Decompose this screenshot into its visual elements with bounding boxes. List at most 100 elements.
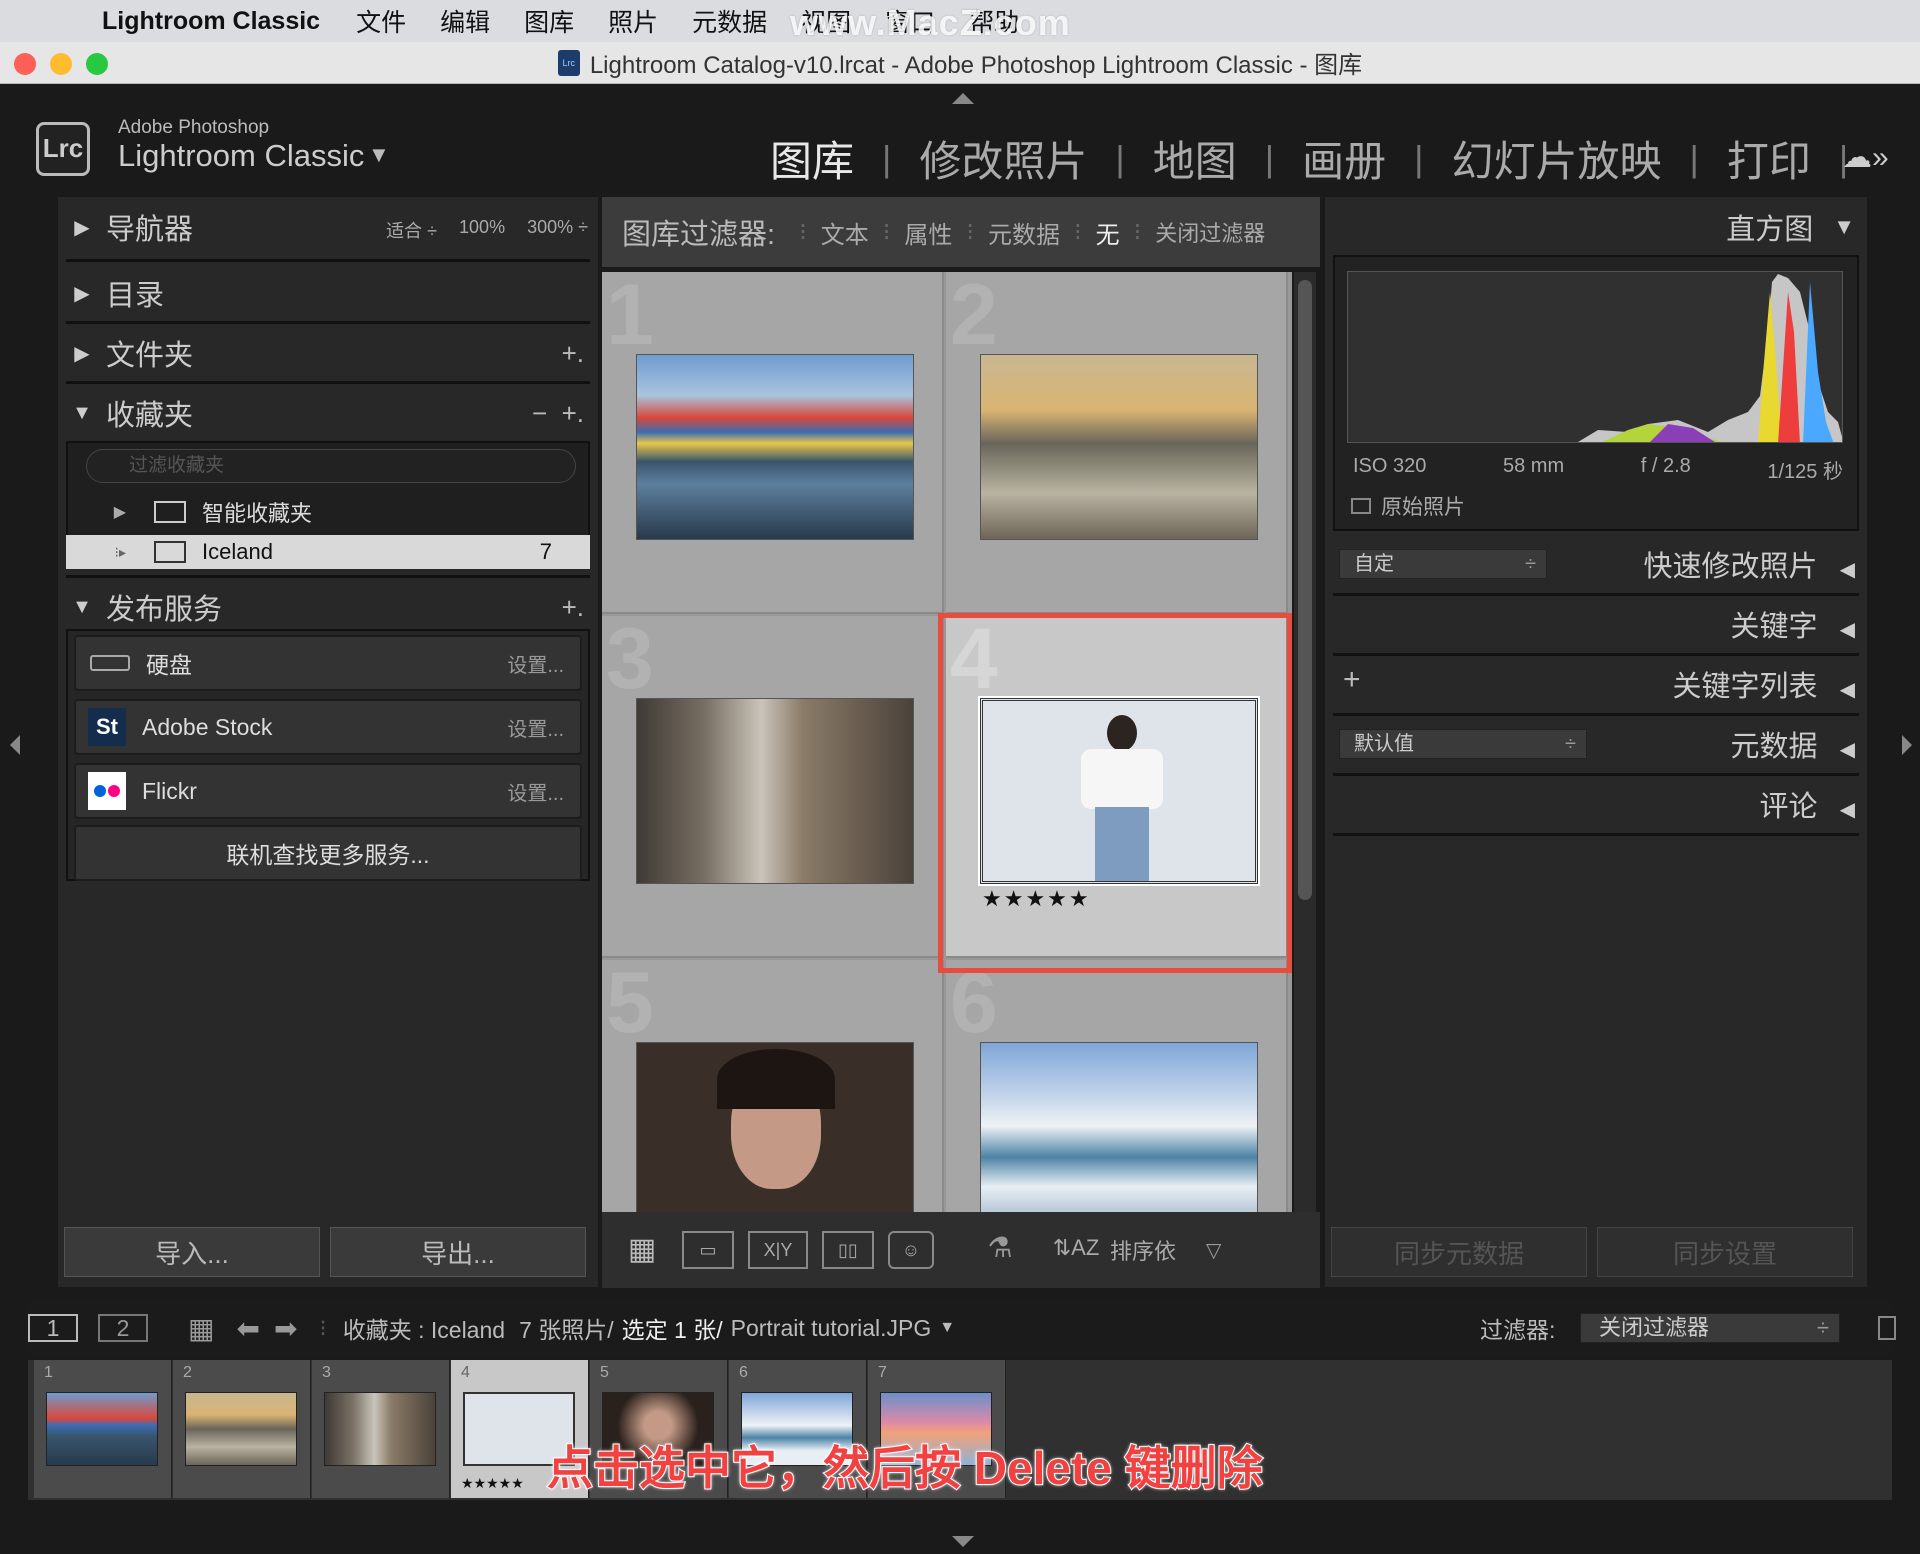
publish-adobe-stock[interactable]: St Adobe Stock 设置...: [74, 699, 582, 755]
zoom-window-button[interactable]: [86, 53, 108, 75]
second-window-button[interactable]: 2: [98, 1314, 148, 1342]
filter-metadata[interactable]: 元数据: [988, 215, 1060, 250]
filmstrip-filter-select[interactable]: 关闭过滤器 ÷: [1580, 1313, 1840, 1343]
filter-text[interactable]: 文本: [821, 215, 869, 250]
zoom-300[interactable]: 300% ÷: [527, 217, 588, 243]
comments-header[interactable]: 评论 ◀: [1760, 783, 1855, 825]
grid-view-icon[interactable]: ▦: [616, 1231, 668, 1269]
smart-collections-row[interactable]: ▶ 智能收藏夹: [66, 495, 590, 529]
watermark: www.MacZ.com: [790, 2, 1071, 43]
sync-settings-button[interactable]: 同步设置: [1597, 1227, 1853, 1277]
publish-flickr[interactable]: Flickr 设置...: [74, 763, 582, 819]
photo-thumbnail[interactable]: [980, 354, 1258, 540]
right-panel-toggle-icon[interactable]: [1902, 735, 1912, 755]
photo-thumbnail[interactable]: [636, 354, 914, 540]
module-map[interactable]: 地图: [1153, 128, 1237, 189]
menu-edit[interactable]: 编辑: [440, 3, 490, 39]
left-panel-toggle-icon[interactable]: [10, 735, 20, 755]
collection-add-remove-icon[interactable]: − +.: [532, 398, 584, 429]
service-settings[interactable]: 设置...: [507, 649, 564, 678]
grid-scrollbar-thumb[interactable]: [1298, 280, 1312, 900]
zoom-fit[interactable]: 适合 ÷: [386, 217, 437, 243]
grid-icon[interactable]: ▦: [188, 1312, 214, 1345]
zoom-100[interactable]: 100%: [459, 217, 505, 243]
survey-view-icon[interactable]: ▯▯: [822, 1231, 874, 1269]
photo-thumbnail[interactable]: [636, 698, 914, 884]
toolbar-menu-icon[interactable]: ▽: [1206, 1238, 1221, 1263]
grid-cell-2[interactable]: 2: [946, 272, 1288, 614]
export-button[interactable]: 导出...: [330, 1227, 586, 1277]
filter-none[interactable]: 无: [1096, 215, 1120, 250]
folders-header[interactable]: ▶ 文件夹 +.: [58, 323, 598, 383]
minimize-window-button[interactable]: [50, 53, 72, 75]
histogram-header[interactable]: 直方图 ▼: [1325, 197, 1855, 257]
cloud-sync-icon[interactable]: ☁»: [1842, 140, 1889, 175]
main-window-button[interactable]: 1: [28, 1314, 78, 1342]
sync-metadata-button[interactable]: 同步元数据: [1331, 1227, 1587, 1277]
left-panel: ▶ 导航器 适合 ÷ 100% 300% ÷ ▶ 目录 ▶ 文件夹 +. ▼ 收…: [58, 197, 598, 1287]
filmstrip-thumbnail[interactable]: [185, 1392, 297, 1466]
filmstrip-cell-2[interactable]: 2: [173, 1360, 311, 1498]
loupe-view-icon[interactable]: ▭: [682, 1231, 734, 1269]
source-path[interactable]: 收藏夹 : Iceland: [343, 1311, 505, 1345]
navigator-header[interactable]: ▶ 导航器 适合 ÷ 100% 300% ÷: [58, 197, 598, 257]
sort-label[interactable]: 排序依: [1110, 1234, 1176, 1266]
grid-cell-1[interactable]: 1: [602, 272, 944, 614]
grid-cell-6[interactable]: 6: [946, 960, 1288, 1212]
filmstrip-thumbnail[interactable]: [324, 1392, 436, 1466]
find-more-services-button[interactable]: 联机查找更多服务...: [74, 825, 582, 881]
filmstrip-toggle-icon[interactable]: [952, 1536, 974, 1547]
module-library[interactable]: 图库: [770, 128, 854, 189]
menu-file[interactable]: 文件: [356, 3, 406, 39]
filter-attribute[interactable]: 属性: [904, 215, 952, 250]
expand-icon: ▶: [74, 342, 90, 365]
painter-icon[interactable]: ⚗: [974, 1231, 1026, 1269]
import-button[interactable]: 导入...: [64, 1227, 320, 1277]
menu-photo[interactable]: 照片: [608, 3, 658, 39]
publish-hard-drive[interactable]: 硬盘 设置...: [74, 635, 582, 691]
photo-thumbnail[interactable]: [980, 1042, 1258, 1212]
add-keyword-icon[interactable]: +: [1343, 663, 1361, 697]
identity-dropdown-icon[interactable]: ▼: [368, 142, 390, 168]
grid-cell-3[interactable]: 3: [602, 616, 944, 958]
grid-cell-5[interactable]: 5: [602, 960, 944, 1212]
keyword-list-header[interactable]: 关键字列表 ◀: [1673, 663, 1855, 705]
quick-develop-preset-select[interactable]: 自定 ÷: [1339, 549, 1547, 579]
add-folder-icon[interactable]: +.: [562, 338, 584, 369]
filmstrip-cell-1[interactable]: 1: [34, 1360, 172, 1498]
menu-metadata[interactable]: 元数据: [692, 3, 767, 39]
keywording-header[interactable]: 关键字 ◀: [1731, 603, 1855, 645]
filter-collections-input[interactable]: 过滤收藏夹: [86, 449, 576, 483]
back-arrow-icon[interactable]: ⬅: [236, 1312, 259, 1345]
catalog-header[interactable]: ▶ 目录: [58, 263, 598, 323]
app-menu[interactable]: Lightroom Classic: [102, 7, 320, 36]
forward-arrow-icon[interactable]: ➡: [274, 1312, 297, 1345]
filmstrip-cell-3[interactable]: 3: [312, 1360, 450, 1498]
module-print[interactable]: 打印: [1727, 128, 1811, 189]
collection-iceland-row[interactable]: ⁝▸ Iceland 7: [66, 535, 590, 569]
menu-library[interactable]: 图库: [524, 3, 574, 39]
add-publish-service-icon[interactable]: +.: [562, 592, 584, 623]
metadata-header[interactable]: 元数据 ◀: [1731, 723, 1855, 765]
metadata-preset-select[interactable]: 默认值 ÷: [1339, 729, 1587, 759]
filename-dropdown-icon[interactable]: ▼: [939, 1319, 955, 1337]
people-view-icon[interactable]: ☺: [888, 1231, 934, 1269]
compare-view-icon[interactable]: X|Y: [748, 1231, 808, 1269]
collections-header[interactable]: ▼ 收藏夹 − +.: [58, 383, 598, 443]
filename[interactable]: Portrait tutorial.JPG: [731, 1315, 932, 1342]
service-settings[interactable]: 设置...: [507, 777, 564, 806]
original-photo-checkbox[interactable]: 原始照片: [1351, 491, 1465, 521]
service-settings[interactable]: 设置...: [507, 713, 564, 742]
module-slideshow[interactable]: 幻灯片放映: [1452, 128, 1662, 189]
sort-direction-icon[interactable]: ⇅AZ: [1046, 1231, 1106, 1269]
filter-preset-dropdown[interactable]: 关闭过滤器: [1155, 216, 1265, 248]
filter-lock-icon[interactable]: [1878, 1316, 1896, 1340]
photo-thumbnail[interactable]: [636, 1042, 914, 1212]
filmstrip-thumbnail[interactable]: [46, 1392, 158, 1466]
module-develop[interactable]: 修改照片: [919, 128, 1087, 189]
close-window-button[interactable]: [14, 53, 36, 75]
publish-services-header[interactable]: ▼ 发布服务 +.: [58, 577, 598, 637]
module-book[interactable]: 画册: [1302, 128, 1386, 189]
top-panel-toggle-icon[interactable]: [952, 93, 974, 104]
quick-develop-header[interactable]: 快速修改照片 ◀: [1644, 543, 1855, 585]
